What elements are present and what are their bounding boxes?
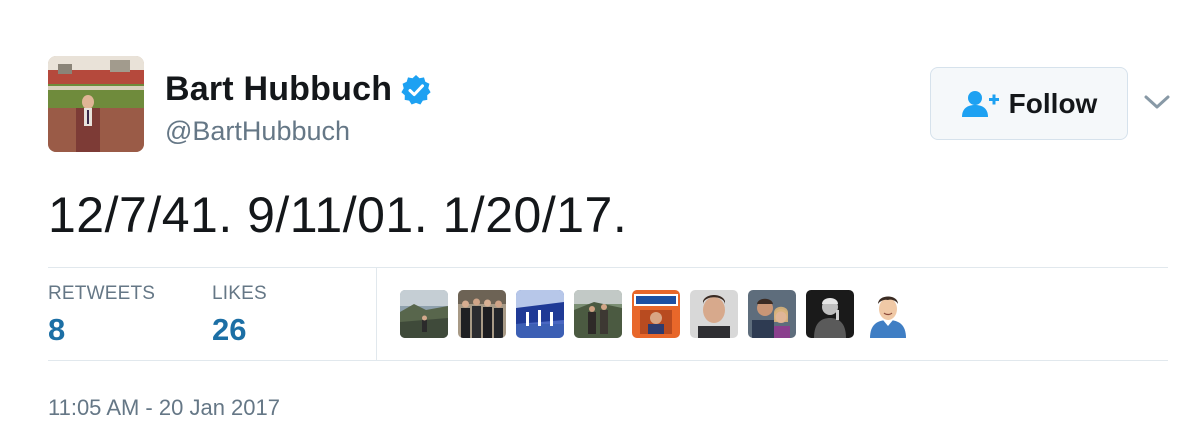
user-avatar[interactable] [48,56,144,152]
liker-avatar-cartoon[interactable] [864,290,912,338]
liker-avatar-family[interactable] [748,290,796,338]
user-handle[interactable]: @BartHubbuch [165,116,350,147]
retweets-count: 8 [48,312,66,347]
likes-count: 26 [212,312,247,347]
likes-stat[interactable]: LIKES 26 [212,283,267,348]
liker-avatar-stadium[interactable] [516,290,564,338]
retweets-label: RETWEETS [48,283,156,304]
verified-badge-icon [400,74,432,106]
liker-avatars [400,290,912,338]
retweets-stat[interactable]: RETWEETS 8 [48,283,155,348]
liker-avatar-group[interactable] [458,290,506,338]
liker-avatar-bw-portrait[interactable] [806,290,854,338]
tweet-card: Bart Hubbuch @BartHubbuch Follow 12/7/41… [0,0,1190,426]
user-name-row: Bart Hubbuch [165,70,432,109]
likes-label: LIKES [212,283,267,304]
chevron-down-icon[interactable] [1143,92,1171,112]
follow-label: Follow [1008,87,1098,119]
display-name[interactable]: Bart Hubbuch [165,70,392,109]
stats-top-divider [48,267,1168,268]
tweet-timestamp[interactable]: 11:05 AM - 20 Jan 2017 [48,395,280,421]
liker-avatar-man[interactable] [690,290,738,338]
stats-bottom-divider [48,360,1168,361]
tweet-text: 12/7/41. 9/11/01. 1/20/17. [48,187,628,243]
follow-button[interactable]: Follow [930,67,1128,140]
add-user-icon [961,89,1001,119]
liker-avatar-wheaties[interactable] [632,290,680,338]
liker-avatar-hikers[interactable] [574,290,622,338]
stats-vertical-divider [376,268,377,360]
liker-avatar-cliffs[interactable] [400,290,448,338]
